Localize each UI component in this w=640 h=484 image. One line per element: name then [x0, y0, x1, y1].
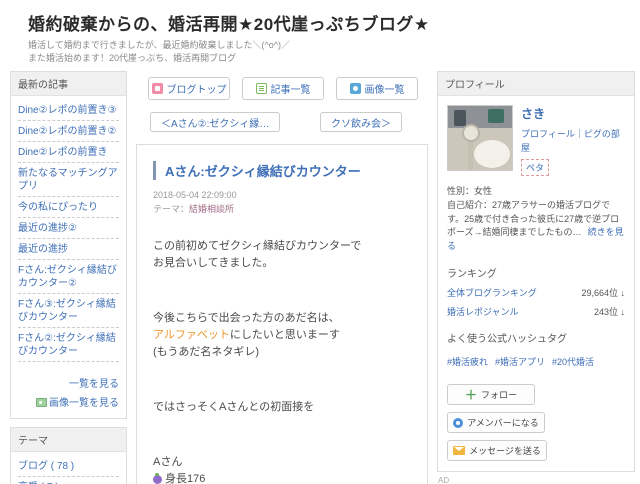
- plus-icon: ＋: [464, 388, 477, 403]
- latest-article-link[interactable]: Fさん:ゼクシィ縁結びカウンター②: [18, 260, 119, 295]
- article-date: 2018-05-04 22:09:00: [153, 190, 237, 201]
- profile-name-link[interactable]: さき: [521, 107, 545, 121]
- article-theme-row: テーマ：結婚相談所: [153, 203, 411, 217]
- genre-ranking-link[interactable]: 婚活レポジャンル: [447, 305, 519, 318]
- overall-ranking-link[interactable]: 全体ブログランキング: [447, 286, 537, 299]
- body-line: Aさん: [153, 456, 183, 469]
- right-sidebar: プロフィール さき プロフィール｜ピグの部屋 ペタ 性別：女性 自己紹介：27歳…: [437, 71, 635, 484]
- ad-label: AD: [438, 476, 450, 484]
- blog-toolbar: ブログトップ 記事一覧 画像一覧: [136, 71, 428, 101]
- amember-icon: [453, 417, 464, 428]
- body-line: 今後こちらで出会った方のあだ名は、: [153, 312, 340, 325]
- latest-article-link[interactable]: 新たなるマッチングアプリ: [18, 163, 119, 198]
- latest-article-link[interactable]: Dine②レポの前置き②: [18, 121, 119, 143]
- article-title: Aさん:ゼクシィ縁結びカウンター: [153, 161, 411, 181]
- blog-header: 婚約破棄からの、婚活再開★20代崖っぷちブログ★ 婚活して婚約まで行きましたが、…: [0, 0, 640, 71]
- envelope-icon: [453, 446, 466, 456]
- profile-gender: 性別：女性: [447, 186, 493, 197]
- latest-article-link[interactable]: Dine②レポの前置き③: [18, 100, 119, 122]
- left-sidebar: 最新の記事 Dine②レポの前置き③ Dine②レポの前置き② Dine②レポの…: [10, 71, 127, 484]
- body-line: お見合いしてきました。: [153, 257, 274, 270]
- blog-top-icon: [151, 83, 163, 95]
- body-line: ではさっそくAさんとの初面接を: [153, 401, 315, 414]
- hashtag-link[interactable]: #20代婚活: [552, 357, 594, 367]
- profile-box-title: プロフィール: [438, 72, 634, 97]
- article-theme-link[interactable]: 結婚相談所: [189, 204, 234, 214]
- amember-button[interactable]: アメンバーになる: [447, 412, 545, 434]
- body-line: アルファベットにしたいと思いまーす: [153, 329, 340, 342]
- columns: 最新の記事 Dine②レポの前置き③ Dine②レポの前置き② Dine②レポの…: [0, 71, 640, 484]
- latest-article-link[interactable]: Fさん③:ゼクシィ縁結びカウンター: [18, 294, 119, 329]
- profile-intro: 自己紹介：27歳アラサーの婚活ブログです。25歳で付き合った彼氏に27歳で逆プロ…: [447, 200, 624, 251]
- latest-list-links: 一覧を見る 画像一覧を見る: [11, 368, 126, 418]
- ranking-row: 全体ブログランキング 29,664位 ↓: [447, 286, 625, 299]
- image-list-button[interactable]: 画像一覧: [336, 77, 418, 101]
- latest-article-link[interactable]: Fさん②:ゼクシィ縁結びカウンター: [18, 328, 119, 363]
- article-pager: ＜Aさん②:ゼクシィ縁… クソ飲み会＞: [136, 100, 428, 133]
- latest-articles-box: 最新の記事 Dine②レポの前置き③ Dine②レポの前置き② Dine②レポの…: [10, 71, 127, 420]
- hashtag-title: よく使う公式ハッシュタグ: [447, 334, 567, 346]
- profile-box: プロフィール さき プロフィール｜ピグの部屋 ペタ 性別：女性 自己紹介：27歳…: [437, 71, 635, 473]
- blog-subtitle-line2: また婚活始めます！20代崖っぷち、婚活再開ブログ: [28, 53, 237, 64]
- profile-photo[interactable]: [447, 105, 513, 172]
- profile-top: さき プロフィール｜ピグの部屋 ペタ: [447, 105, 625, 177]
- latest-article-link[interactable]: 今の私にぴったり: [18, 197, 119, 219]
- latest-article-link[interactable]: Dine②レポの前置き: [18, 142, 119, 164]
- article-list-button[interactable]: 記事一覧: [242, 77, 324, 101]
- genre-ranking-value: 243位 ↓: [593, 307, 625, 318]
- view-image-list-link[interactable]: 画像一覧を見る: [36, 394, 119, 409]
- article-box: Aさん:ゼクシィ縁結びカウンター 2018-05-04 22:09:00 テーマ…: [136, 144, 428, 484]
- next-article-button[interactable]: クソ飲み会＞: [320, 112, 402, 133]
- blog-top-button[interactable]: ブログトップ: [148, 77, 230, 101]
- latest-article-link[interactable]: 最近の進捗: [18, 239, 119, 261]
- latest-articles-list: Dine②レポの前置き③ Dine②レポの前置き② Dine②レポの前置き 新た…: [11, 96, 126, 368]
- hashtag-link[interactable]: #婚活疲れ: [447, 357, 488, 367]
- profile-buttons: ＋ フォロー アメンバーになる メッセージを送る: [447, 384, 625, 462]
- article-theme-label: テーマ：: [153, 203, 190, 214]
- profile-page-link[interactable]: プロフィール: [521, 129, 575, 139]
- hashtag-list: #婚活疲れ #婚活アプリ #20代婚活: [447, 352, 625, 370]
- body-line: (もうあだ名ネタギレ): [153, 346, 259, 359]
- body-line: この前初めてゼクシィ縁結びカウンターで: [153, 240, 362, 253]
- article-body: この前初めてゼクシィ縁結びカウンターで お見合いしてきました。 今後こちらで出会…: [153, 238, 411, 484]
- peta-button[interactable]: ペタ: [521, 159, 550, 177]
- theme-link[interactable]: 恋愛 ( 7 ): [18, 477, 119, 484]
- themes-list: ブログ ( 78 ) 恋愛 ( 7 ) 婚活 ( 24 ) ネット婚活 ( 78…: [11, 452, 126, 484]
- ranking-title: ランキング: [447, 269, 497, 281]
- follow-button[interactable]: ＋ フォロー: [447, 384, 535, 406]
- spec-line: 身長176: [153, 471, 411, 484]
- hashtag-link[interactable]: #婚活アプリ: [495, 357, 545, 367]
- blog-title: 婚約破棄からの、婚活再開★20代崖っぷちブログ★: [28, 15, 430, 34]
- blog-page: 婚約破棄からの、婚活再開★20代崖っぷちブログ★ 婚活して婚約まで行きましたが、…: [0, 0, 640, 484]
- profile-id: さき プロフィール｜ピグの部屋 ペタ: [521, 105, 625, 177]
- latest-articles-title: 最新の記事: [11, 72, 126, 97]
- nickname-highlight: アルファベット: [153, 329, 230, 342]
- send-message-button[interactable]: メッセージを送る: [447, 440, 547, 462]
- themes-box: テーマ ブログ ( 78 ) 恋愛 ( 7 ) 婚活 ( 24 ) ネット婚活 …: [10, 427, 127, 484]
- main-column: ブログトップ 記事一覧 画像一覧 ＜Aさん②:ゼクシィ縁… クソ飲み会＞ Aさん…: [136, 71, 428, 484]
- profile-links: プロフィール｜ピグの部屋: [521, 129, 620, 153]
- grape-icon: [153, 473, 162, 484]
- overall-ranking-value: 29,664位 ↓: [581, 288, 625, 299]
- view-all-articles-link[interactable]: 一覧を見る: [69, 375, 119, 390]
- profile-body: さき プロフィール｜ピグの部屋 ペタ 性別：女性 自己紹介：27歳アラサーの婚活…: [438, 96, 634, 471]
- ranking-row: 婚活レポジャンル 243位 ↓: [447, 305, 625, 318]
- latest-article-link[interactable]: 最近の進捗②: [18, 218, 119, 240]
- theme-link[interactable]: ブログ ( 78 ): [18, 456, 119, 478]
- article-meta: 2018-05-04 22:09:00 テーマ：結婚相談所: [153, 189, 411, 216]
- image-list-icon: [36, 398, 47, 408]
- blog-subtitle-line1: 婚活して婚約まで行きましたが、最近婚約破棄しました＼(^o^)／: [28, 40, 290, 50]
- themes-title: テーマ: [11, 428, 126, 453]
- article-list-icon: [255, 83, 267, 95]
- blog-subtitle: 婚活して婚約まで行きましたが、最近婚約破棄しました＼(^o^)／ また婚活始めま…: [28, 39, 630, 65]
- camera-icon: [349, 83, 361, 95]
- prev-article-button[interactable]: ＜Aさん②:ゼクシィ縁…: [150, 112, 281, 133]
